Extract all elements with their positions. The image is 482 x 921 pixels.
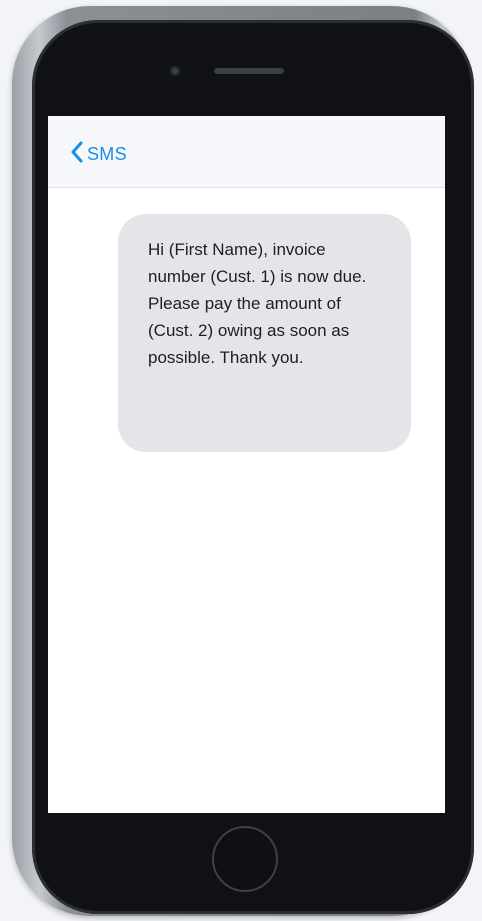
chevron-left-icon (70, 141, 84, 163)
front-camera (170, 66, 180, 76)
navigation-bar: SMS (48, 116, 445, 188)
phone-screen: SMS Hi (First Name), invoice number (Cus… (48, 116, 445, 813)
stage: SMS Hi (First Name), invoice number (Cus… (0, 0, 482, 921)
earpiece-speaker (214, 68, 284, 74)
back-button[interactable]: SMS (70, 138, 127, 166)
message-bubble: Hi (First Name), invoice number (Cust. 1… (118, 214, 411, 452)
message-text: Hi (First Name), invoice number (Cust. 1… (148, 240, 367, 367)
home-button[interactable] (212, 826, 278, 892)
back-button-label: SMS (87, 143, 127, 164)
